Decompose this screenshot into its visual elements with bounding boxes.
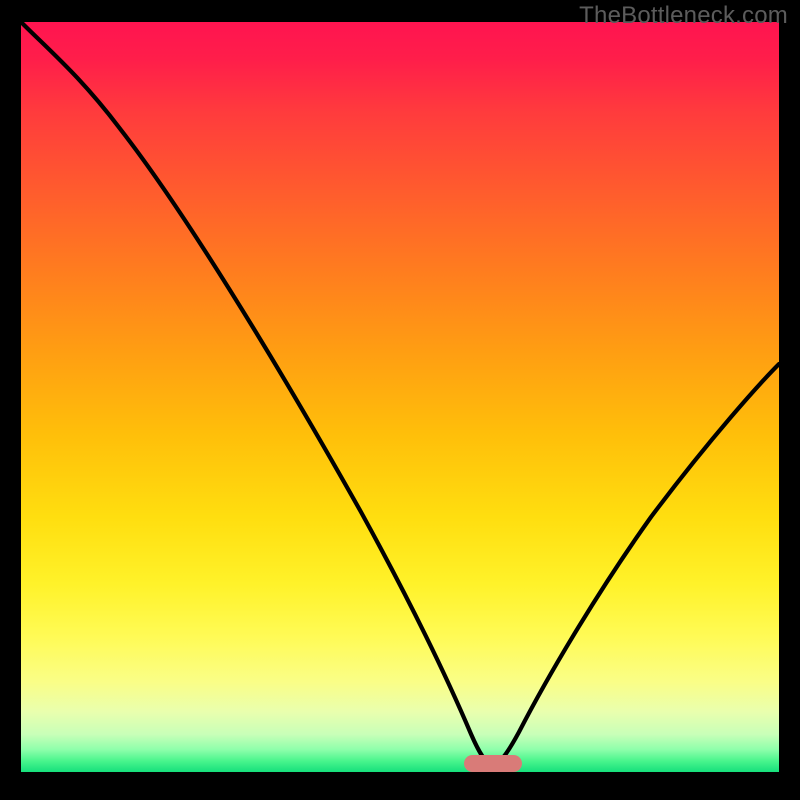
bottleneck-curve: [21, 22, 779, 772]
chart-frame: TheBottleneck.com: [0, 0, 800, 800]
minimum-marker: [464, 755, 522, 772]
plot-area: [21, 22, 779, 772]
watermark-text: TheBottleneck.com: [579, 2, 788, 30]
curve-path: [21, 22, 779, 765]
